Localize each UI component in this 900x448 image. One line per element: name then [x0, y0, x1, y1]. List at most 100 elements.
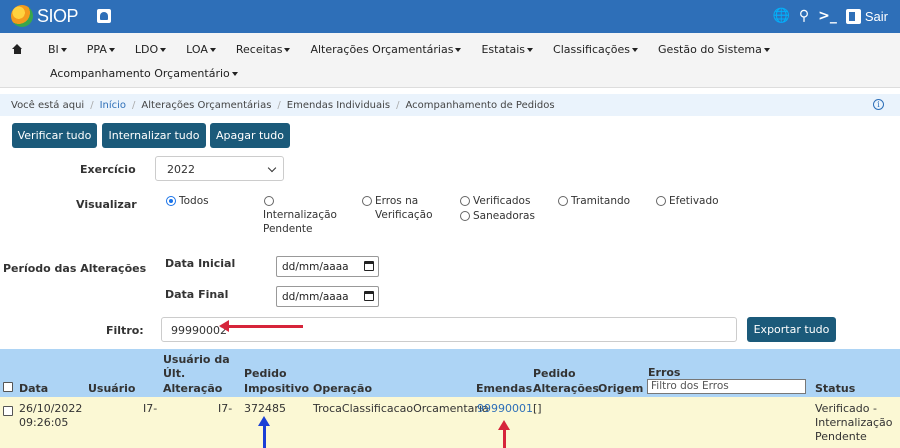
cell-status-1: Verificado - [815, 402, 877, 415]
top-right-tools: 🌐 ⚲ >_ Sair [772, 8, 888, 24]
radio-todos-label: Todos [179, 195, 209, 207]
header-status[interactable]: Status [815, 382, 855, 395]
calendar-icon[interactable] [364, 261, 374, 271]
data-final-placeholder: dd/mm/aaaa [282, 291, 349, 303]
menu-item-gestao-do-sistema[interactable]: Gestão do Sistema [658, 43, 770, 56]
internalize-all-button[interactable]: Internalizar tudo [102, 123, 206, 148]
header-data[interactable]: Data [19, 382, 48, 395]
exercicio-value: 2022 [167, 163, 195, 176]
data-final-input[interactable]: dd/mm/aaaa [276, 286, 379, 307]
exercicio-select[interactable]: 2022 [155, 156, 284, 181]
cell-status-3: Pendente [815, 430, 867, 443]
radio-verificados-label: Verificados [473, 195, 531, 207]
menu-item-classificacoes[interactable]: Classificações [553, 43, 639, 56]
header-usuario-ult-2: Últ. [163, 367, 186, 380]
menu-item-acompanhamento-orcamentario[interactable]: Acompanhamento Orçamentário [50, 67, 238, 80]
menu-item-loa[interactable]: LOA [186, 43, 216, 56]
data-inicial-label: Data Inicial [165, 257, 236, 270]
filtro-input[interactable]: 99990002 [161, 317, 737, 342]
logo-text: SIOP [37, 5, 79, 26]
periodo-label: Período das Alterações [3, 262, 147, 275]
header-origem[interactable]: Origem [598, 382, 643, 395]
header-pedido-impositivo-1: Pedido [244, 367, 287, 380]
radio-erros-verificacao[interactable] [362, 196, 372, 206]
cell-data-date: 26/10/2022 [19, 402, 83, 415]
chevron-down-icon [267, 163, 277, 173]
calendar-icon[interactable] [364, 291, 374, 301]
header-usuario[interactable]: Usuário [88, 382, 136, 395]
header-pedido-alteracoes-1: Pedido [533, 367, 576, 380]
erros-filter-placeholder: Filtro dos Erros [651, 380, 729, 392]
exit-label: Sair [864, 8, 888, 24]
data-inicial-placeholder: dd/mm/aaaa [282, 261, 349, 273]
cell-usuario: I7- [143, 402, 158, 415]
annotation-arrow-filter [219, 320, 303, 332]
delete-all-button[interactable]: Apagar tudo [210, 123, 290, 148]
breadcrumb-current: Acompanhamento de Pedidos [405, 99, 555, 111]
search-icon[interactable]: ⚲ [799, 8, 809, 24]
user-profile-icon[interactable] [97, 9, 111, 23]
info-icon[interactable]: i [873, 99, 884, 110]
radio-internalizacao-pendente-label: Internalização Pendente [263, 209, 337, 235]
cell-status-2: Internalização [815, 416, 893, 429]
radio-tramitando[interactable] [558, 196, 568, 206]
terminal-icon[interactable]: >_ [818, 8, 837, 24]
visualizar-label: Visualizar [76, 198, 137, 211]
header-usuario-ult-3: Alteração [163, 382, 223, 395]
menu-row-1: BI PPA LDO LOA Receitas Alterações Orçam… [12, 38, 790, 60]
row-checkbox[interactable] [3, 406, 13, 416]
home-icon[interactable] [12, 43, 23, 55]
radio-efetivado[interactable] [656, 196, 666, 206]
breadcrumb-inicio[interactable]: Início [100, 100, 126, 111]
filtro-label: Filtro: [106, 324, 144, 337]
radio-erros-verificacao-label: Erros na Verificação [375, 195, 433, 221]
exit-icon [845, 8, 861, 24]
header-pedido-alteracoes-2: Alterações [533, 382, 599, 395]
menu-item-alteracoes-orcamentarias[interactable]: Alterações Orçamentárias [310, 43, 462, 56]
radio-saneadoras[interactable] [460, 211, 470, 221]
verify-all-button[interactable]: Verificar tudo [12, 123, 97, 148]
breadcrumb-emendas: Emendas Individuais [286, 99, 391, 111]
breadcrumb-alteracoes: Alterações Orçamentárias [141, 99, 272, 111]
logo-icon [11, 5, 33, 27]
header-erros: Erros [648, 366, 681, 379]
exercicio-label: Exercício [80, 163, 136, 176]
cell-operacao: TrocaClassificacaoOrcamentaria [313, 402, 489, 415]
header-usuario-ult-1: Usuário da [163, 353, 230, 366]
radio-internalizacao-pendente[interactable] [264, 196, 274, 206]
top-bar: SIOP 🌐 ⚲ >_ Sair [0, 0, 900, 33]
header-pedido-impositivo-2: Impositivo [244, 382, 310, 395]
exit-button[interactable]: Sair [845, 8, 888, 24]
data-inicial-input[interactable]: dd/mm/aaaa [276, 256, 379, 277]
menu-row-2: Acompanhamento Orçamentário [50, 62, 258, 84]
radio-efetivado-label: Efetivado [669, 195, 719, 207]
cell-emendas-link[interactable]: 99990001 [477, 402, 533, 416]
menu-item-bi[interactable]: BI [48, 43, 67, 56]
annotation-arrow-emendas [498, 420, 510, 448]
cell-usuario-ult: I7- [218, 402, 233, 415]
radio-tramitando-label: Tramitando [571, 195, 631, 207]
menu-item-ldo[interactable]: LDO [135, 43, 167, 56]
cell-pedido-impositivo[interactable]: 372485 [244, 402, 286, 416]
radio-todos[interactable] [166, 196, 176, 206]
cell-pedido-alteracoes: [] [533, 402, 542, 415]
radio-verificados[interactable] [460, 196, 470, 206]
data-final-label: Data Final [165, 288, 229, 301]
breadcrumb-prefix: Você está aqui [11, 99, 85, 111]
table-row[interactable]: 26/10/2022 09:26:05 I7- I7- 372485 Troca… [0, 397, 900, 448]
breadcrumb: Você está aqui / Início / Alterações Orç… [0, 94, 900, 116]
main-menu: BI PPA LDO LOA Receitas Alterações Orçam… [0, 33, 900, 88]
siop-logo[interactable]: SIOP [11, 5, 79, 27]
header-emendas[interactable]: Emendas [476, 382, 532, 395]
menu-item-ppa[interactable]: PPA [87, 43, 115, 56]
menu-item-estatais[interactable]: Estatais [481, 43, 534, 56]
radio-saneadoras-label: Saneadoras [473, 210, 535, 222]
select-all-checkbox[interactable] [3, 382, 13, 392]
globe-icon[interactable]: 🌐 [772, 8, 789, 24]
erros-filter-input[interactable]: Filtro dos Erros [647, 379, 806, 394]
cell-data-time: 09:26:05 [19, 416, 69, 429]
export-all-button[interactable]: Exportar tudo [747, 317, 836, 342]
menu-item-receitas[interactable]: Receitas [236, 43, 291, 56]
annotation-arrow-pedido [258, 416, 270, 448]
header-operacao[interactable]: Operação [313, 382, 372, 395]
